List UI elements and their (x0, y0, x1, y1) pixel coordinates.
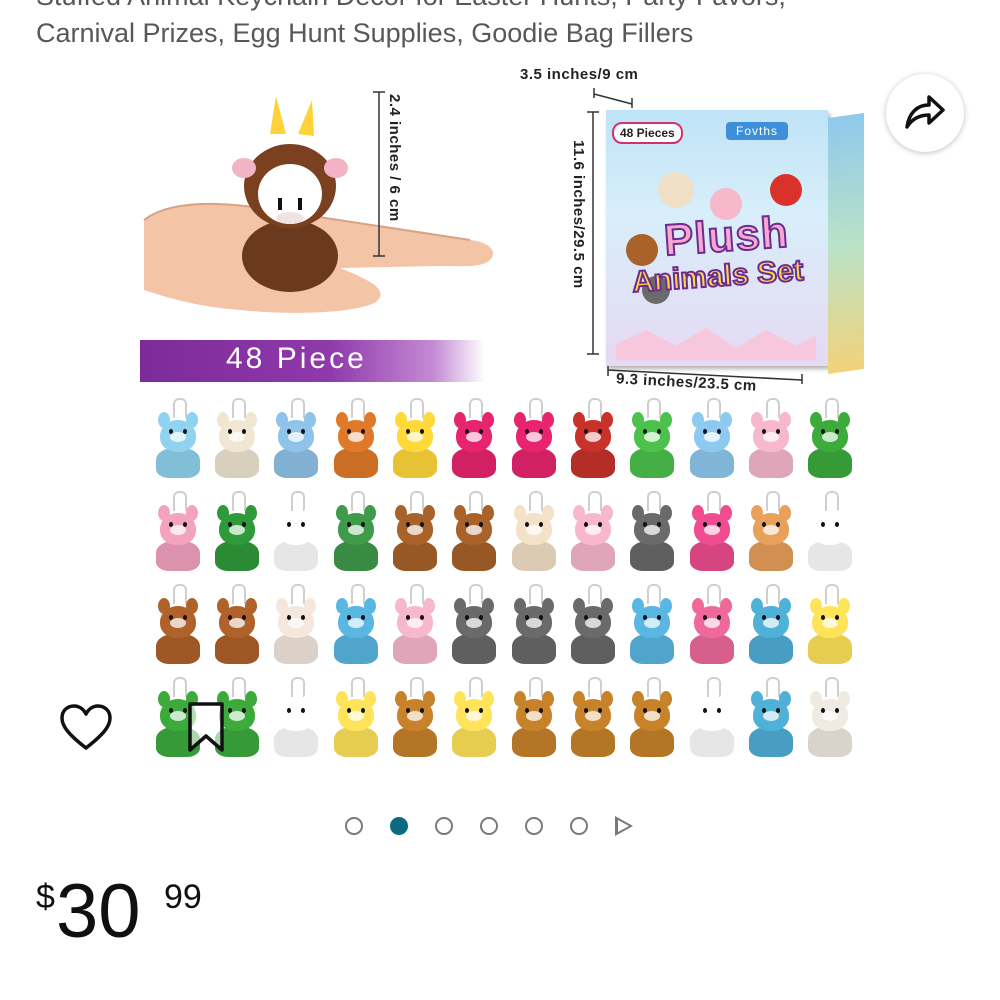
plush-animal (504, 677, 563, 770)
plush-animal (623, 398, 682, 491)
plush-animal (801, 398, 860, 491)
plush-animal (563, 398, 622, 491)
pieces-banner: 48 Piece (140, 340, 485, 382)
plush-animal (267, 677, 326, 770)
plush-animal (563, 584, 622, 677)
save-list-button[interactable] (182, 700, 230, 756)
dim-box-height-marker (587, 111, 599, 355)
product-title-line-1: Stuffed Animal Keychain Decor for Easter… (36, 0, 936, 15)
pagination-dot[interactable] (345, 817, 363, 835)
plush-animal (741, 398, 800, 491)
price-currency: $ (36, 878, 55, 916)
video-play-icon[interactable] (615, 816, 633, 836)
plush-animal (445, 491, 504, 584)
pagination-dot[interactable] (390, 817, 408, 835)
plush-animal (326, 584, 385, 677)
plush-animal (445, 677, 504, 770)
product-image-gallery[interactable]: 3.5 inches/9 cm 2.4 inches / 6 cm 48 Pie… (140, 62, 870, 777)
plush-animal (623, 584, 682, 677)
plush-animal (445, 398, 504, 491)
plush-animal (267, 398, 326, 491)
plush-animal (445, 584, 504, 677)
price-whole: 30 (56, 869, 141, 954)
hand-holding-plush-photo (140, 90, 510, 340)
plush-animal (385, 491, 444, 584)
plush-animal (682, 584, 741, 677)
plush-animal (682, 491, 741, 584)
plush-animal (682, 677, 741, 770)
pagination-dot[interactable] (570, 817, 588, 835)
plush-animal (623, 677, 682, 770)
plush-animal (504, 491, 563, 584)
plush-animal (267, 584, 326, 677)
plush-animal (801, 584, 860, 677)
dim-height-marker (373, 91, 385, 257)
plush-animal (563, 677, 622, 770)
plush-animal (385, 584, 444, 677)
plush-animal (504, 584, 563, 677)
plush-animal (741, 491, 800, 584)
dim-width-label: 3.5 inches/9 cm (520, 66, 639, 83)
wishlist-button[interactable] (58, 700, 114, 756)
pieces-banner-text: 48 Piece (226, 342, 367, 375)
pagination-dot[interactable] (525, 817, 543, 835)
heart-outline-icon (60, 704, 112, 750)
plush-animal (207, 491, 266, 584)
dim-height-small-label: 2.4 inches / 6 cm (386, 94, 403, 222)
image-pagination-dots[interactable] (345, 816, 633, 836)
plush-animal (148, 398, 207, 491)
plush-animal (207, 398, 266, 491)
price-fraction: 99 (164, 878, 202, 916)
plush-animal (741, 677, 800, 770)
plush-animal-grid (148, 398, 860, 770)
plush-animal (801, 677, 860, 770)
plush-animal (563, 491, 622, 584)
pagination-dot[interactable] (435, 817, 453, 835)
plush-animal (148, 584, 207, 677)
plush-animal (385, 398, 444, 491)
plush-animal (326, 677, 385, 770)
plush-animal (326, 398, 385, 491)
bookmark-outline-icon (188, 702, 224, 752)
plush-animal (623, 491, 682, 584)
product-title: Stuffed Animal Keychain Decor for Easter… (36, 0, 936, 52)
dim-width-marker (593, 88, 633, 108)
share-arrow-icon (905, 95, 945, 129)
plush-animal (326, 491, 385, 584)
box-brand: Fovths (726, 122, 789, 140)
product-box-side (828, 112, 864, 375)
plush-animal (801, 491, 860, 584)
box-piece-tag: 48 Pieces (612, 122, 683, 144)
product-title-line-2: Carnival Prizes, Egg Hunt Supplies, Good… (36, 18, 694, 48)
share-button[interactable] (886, 74, 964, 152)
plush-animal (682, 398, 741, 491)
pagination-dot[interactable] (480, 817, 498, 835)
plush-animal (504, 398, 563, 491)
plush-animal (741, 584, 800, 677)
product-box: 48 Pieces Fovths Plush Animals Set (606, 110, 828, 366)
dim-box-height-label: 11.6 inches/29.5 cm (570, 140, 587, 289)
plush-animal (148, 491, 207, 584)
plush-animal (385, 677, 444, 770)
plush-animal (267, 491, 326, 584)
plush-animal (207, 584, 266, 677)
